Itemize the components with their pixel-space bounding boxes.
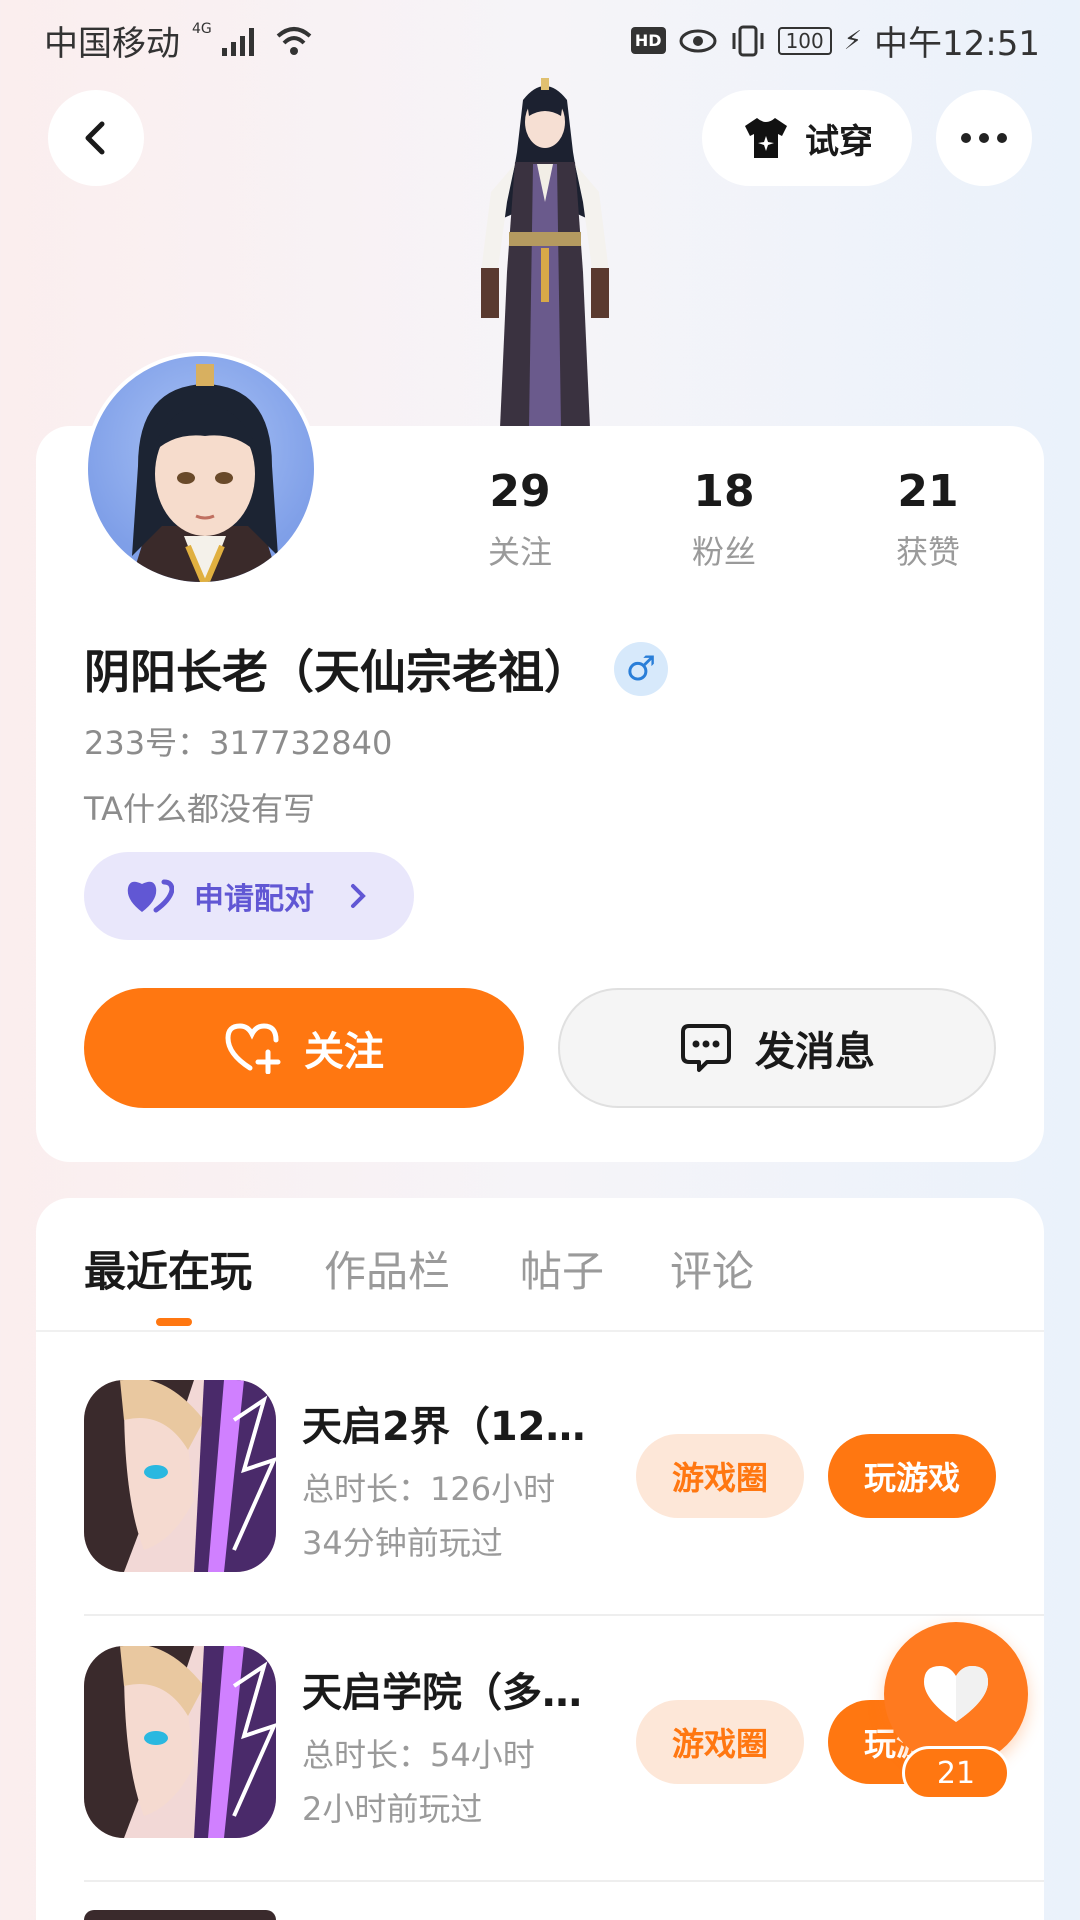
- chevron-left-icon: [85, 121, 105, 155]
- list-item-partial: [84, 1910, 276, 1920]
- status-left: 中国移动 4G: [44, 16, 314, 65]
- stat-likes[interactable]: 21 获赞: [848, 466, 1008, 573]
- stat-value: 18: [693, 466, 755, 517]
- row-divider: [84, 1614, 1044, 1616]
- charging-icon: ⚡: [843, 25, 863, 56]
- game-cover-image: [84, 1646, 276, 1838]
- stat-following[interactable]: 29 关注: [440, 466, 600, 573]
- like-count-badge: 21: [902, 1746, 1010, 1800]
- stat-label: 关注: [487, 533, 552, 571]
- carrier-name: 中国移动: [44, 24, 180, 64]
- game-playtime: 总时长：54小时: [302, 1736, 535, 1774]
- game-last-played: 34分钟前玩过: [302, 1524, 503, 1562]
- stat-value: 21: [897, 466, 959, 517]
- play-game-button[interactable]: 玩游戏: [828, 1434, 996, 1518]
- tab-posts[interactable]: 帖子: [520, 1238, 604, 1299]
- double-heart-icon: [127, 879, 174, 913]
- clock: 中午12:51: [874, 24, 1040, 64]
- request-pair-button[interactable]: 申请配对: [84, 852, 414, 940]
- more-dot-icon: [997, 133, 1007, 143]
- tab-comments[interactable]: 评论: [670, 1238, 754, 1299]
- chat-bubble-icon: [681, 1024, 731, 1072]
- tab-divider: [36, 1330, 1044, 1332]
- stat-value: 29: [489, 466, 551, 517]
- try-on-button[interactable]: 试穿: [702, 90, 912, 186]
- game-circle-button[interactable]: 游戏圈: [636, 1700, 804, 1784]
- battery-icon: 100: [777, 26, 832, 55]
- heart-plus-icon: [225, 1023, 281, 1074]
- more-dot-icon: [961, 133, 971, 143]
- profile-stats: 29 关注 18 粉丝 21 获赞: [440, 466, 1040, 586]
- game-cover-image: [84, 1380, 276, 1572]
- bio: TA什么都没有写: [84, 790, 315, 828]
- game-circle-button[interactable]: 游戏圈: [636, 1434, 804, 1518]
- gender-badge: ♂: [614, 642, 668, 696]
- nickname: 阴阳长老（天仙宗老祖）: [84, 645, 590, 699]
- more-options-button[interactable]: [936, 90, 1032, 186]
- row-divider: [84, 1880, 1044, 1882]
- status-right: HD 100 ⚡ 中午12:51: [630, 16, 1040, 65]
- tab-recently-played[interactable]: 最近在玩: [84, 1238, 252, 1299]
- game-last-played: 2小时前玩过: [302, 1790, 483, 1828]
- game-playtime: 总时长：126小时: [302, 1470, 556, 1508]
- like-fab-button[interactable]: [884, 1622, 1028, 1766]
- signal-icon: [221, 26, 254, 56]
- more-dot-icon: [979, 133, 989, 143]
- eye-comfort-icon: [679, 29, 717, 52]
- game-title: 天启2界（120…: [302, 1404, 612, 1450]
- game-title: 天启学院（多…: [302, 1670, 582, 1716]
- follow-button[interactable]: 关注: [84, 988, 524, 1108]
- user-id: 233号：317732840: [84, 724, 393, 762]
- stat-label: 获赞: [895, 533, 960, 571]
- try-on-label: 试穿: [805, 121, 873, 162]
- avatar-portrait-image: [130, 364, 280, 582]
- follow-label: 关注: [304, 1029, 384, 1075]
- stat-label: 粉丝: [691, 533, 756, 571]
- heart-icon: [924, 1666, 988, 1722]
- network-type: 4G: [192, 20, 212, 37]
- wifi-icon: [276, 26, 312, 55]
- list-item[interactable]: 天启2界（120… 总时长：126小时 34分钟前玩过 游戏圈 玩游戏: [84, 1380, 1044, 1646]
- male-icon: ♂: [625, 649, 657, 689]
- chevron-right-icon: [351, 884, 366, 908]
- back-button[interactable]: [48, 90, 144, 186]
- tab-active-indicator: [156, 1318, 192, 1326]
- game-icon: [84, 1646, 276, 1838]
- hd-icon: HD: [630, 27, 666, 54]
- game-icon: [84, 1380, 276, 1572]
- character-model-image: [481, 78, 609, 428]
- tab-works[interactable]: 作品栏: [324, 1238, 450, 1299]
- stat-followers[interactable]: 18 粉丝: [644, 466, 804, 573]
- avatar[interactable]: [84, 352, 318, 586]
- send-message-label: 发消息: [755, 1029, 875, 1075]
- vibrate-icon: [732, 25, 764, 56]
- status-bar: 中国移动 4G HD 100 ⚡ 中午12:51: [0, 0, 1080, 76]
- request-pair-label: 申请配对: [194, 882, 314, 917]
- shirt-icon: [745, 118, 787, 158]
- nickname-row: 阴阳长老（天仙宗老祖） ♂: [84, 636, 668, 702]
- send-message-button[interactable]: 发消息: [558, 988, 996, 1108]
